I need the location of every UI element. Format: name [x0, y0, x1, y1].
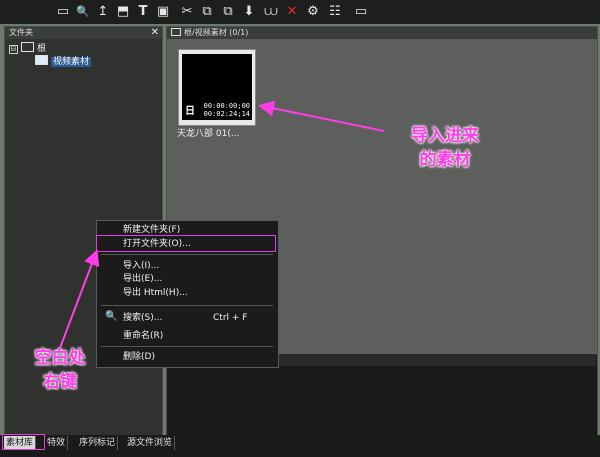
application-window: ▭ 🔍 ↥ ⬒ T ▣ ✂ ⧉ ⧉ ⬇ ⩊ ✕ ⚙ ☷ ▭ 文件夹 ✕ ⊟ 根 视… — [0, 0, 600, 457]
annotation-arrows — [59, 100, 385, 349]
arrow-to-menu — [59, 249, 100, 349]
arrow-to-clip — [258, 100, 385, 132]
